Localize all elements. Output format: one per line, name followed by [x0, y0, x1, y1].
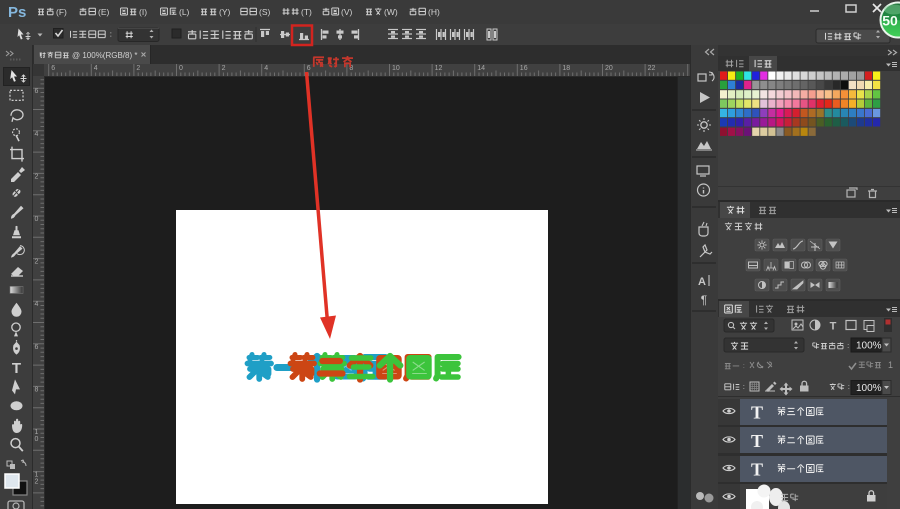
svg-text:4: 4 [264, 65, 268, 72]
svg-text:6: 6 [51, 65, 55, 72]
svg-text:2: 2 [222, 65, 226, 72]
svg-text:T: T [830, 321, 837, 333]
svg-text:18: 18 [562, 65, 570, 72]
svg-text:2: 2 [35, 173, 39, 180]
svg-text:(L): (L) [179, 7, 190, 17]
svg-text:(S): (S) [259, 7, 271, 17]
svg-text:T: T [751, 460, 763, 480]
svg-text:16: 16 [520, 65, 528, 72]
svg-text:1: 1 [888, 360, 893, 370]
svg-text:@ 100%(RGB/8) *: @ 100%(RGB/8) * [72, 51, 137, 60]
svg-text:100%: 100% [856, 383, 882, 394]
svg-text:100%: 100% [856, 341, 882, 352]
svg-text:6: 6 [35, 344, 39, 351]
svg-text:6: 6 [307, 65, 311, 72]
svg-text:50: 50 [882, 13, 898, 29]
svg-text:0: 0 [179, 65, 183, 72]
svg-text:0: 0 [35, 216, 39, 223]
svg-text:(I): (I) [139, 7, 147, 17]
svg-text:¶: ¶ [701, 293, 707, 307]
svg-text:T: T [12, 360, 21, 377]
svg-text:2: 2 [136, 65, 140, 72]
svg-text:4: 4 [94, 65, 98, 72]
svg-text:8: 8 [35, 386, 39, 393]
svg-text:(F): (F) [56, 7, 67, 17]
svg-text:(W): (W) [384, 7, 398, 17]
svg-text:10: 10 [392, 65, 400, 72]
svg-text:(V): (V) [341, 7, 353, 17]
svg-text:2: 2 [35, 259, 39, 266]
svg-text:(E): (E) [98, 7, 110, 17]
svg-text:14: 14 [477, 65, 485, 72]
svg-text:Ps: Ps [8, 4, 26, 21]
svg-text:0: 0 [35, 436, 39, 443]
svg-text:(T): (T) [301, 7, 312, 17]
svg-text:4: 4 [35, 301, 39, 308]
svg-text:(H): (H) [428, 7, 440, 17]
svg-text:2: 2 [35, 479, 39, 486]
svg-text:T: T [751, 403, 763, 423]
svg-text:20: 20 [605, 65, 613, 72]
svg-text:(Y): (Y) [219, 7, 231, 17]
svg-text:4: 4 [35, 131, 39, 138]
svg-text:A: A [698, 276, 706, 288]
svg-text:1: 1 [35, 472, 39, 479]
svg-text:T: T [751, 431, 763, 451]
svg-text:22: 22 [648, 65, 656, 72]
svg-text:1: 1 [35, 429, 39, 436]
svg-text:6: 6 [35, 88, 39, 95]
svg-text:12: 12 [435, 65, 443, 72]
